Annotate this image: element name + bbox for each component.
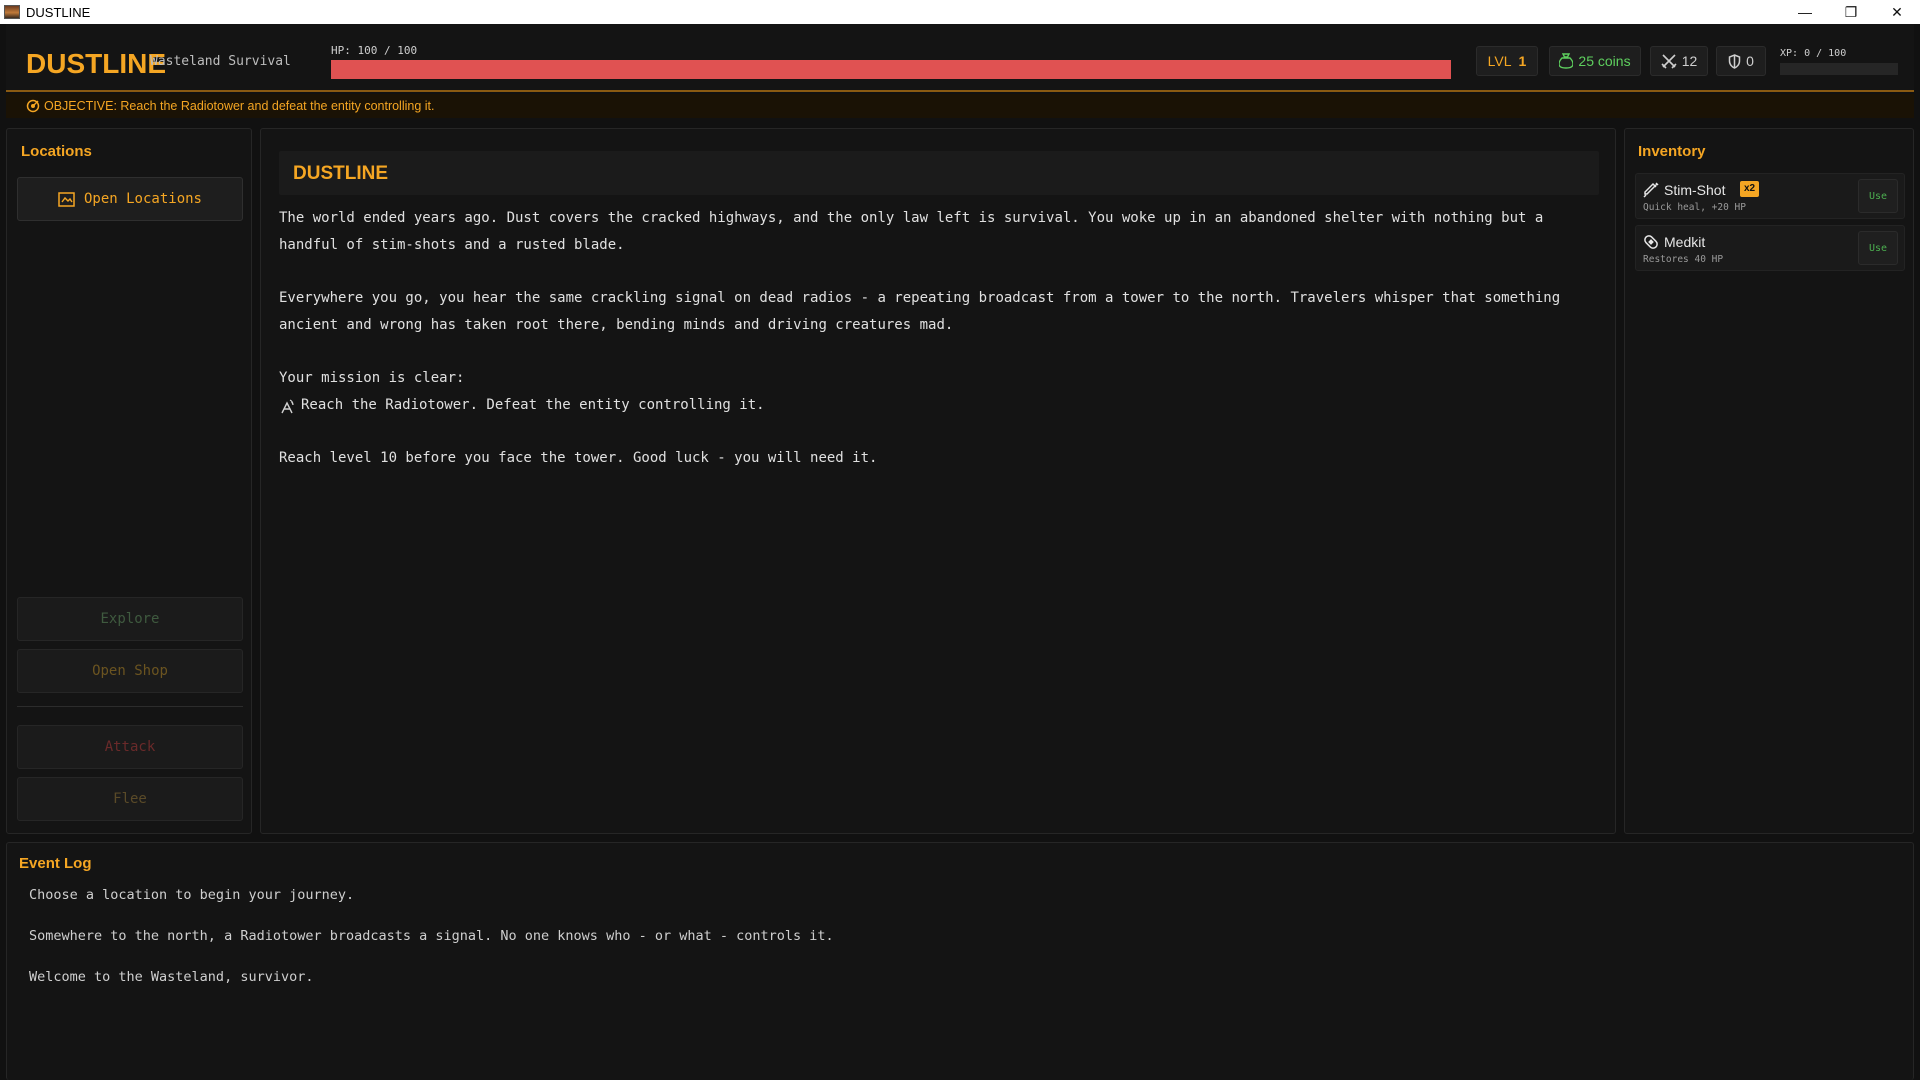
level-label: LVL bbox=[1487, 53, 1512, 69]
story-paragraph: Everywhere you go, you hear the same cra… bbox=[279, 290, 1561, 333]
attack-value: 12 bbox=[1681, 53, 1698, 69]
level-badge: LVL 1 bbox=[1476, 46, 1538, 76]
inventory-panel: Inventory Stim-Shot x2 Quick heal, +20 H… bbox=[1624, 128, 1914, 834]
use-stim-shot-button[interactable]: Use bbox=[1858, 179, 1898, 213]
log-entry: Choose a location to begin your journey. bbox=[29, 887, 355, 903]
map-icon bbox=[58, 191, 75, 207]
window-controls: — ❐ ✕ bbox=[1782, 0, 1920, 24]
story-panel: DUSTLINE The world ended years ago. Dust… bbox=[260, 128, 1616, 834]
use-medkit-button[interactable]: Use bbox=[1858, 231, 1898, 265]
event-log-title: Event Log bbox=[19, 855, 92, 872]
level-value: 1 bbox=[1518, 53, 1527, 69]
log-entry: Somewhere to the north, a Radiotower bro… bbox=[29, 928, 834, 944]
hp-label: HP: 100 / 100 bbox=[331, 44, 418, 57]
locations-title: Locations bbox=[21, 143, 92, 160]
story-paragraph: The world ended years ago. Dust covers t… bbox=[279, 210, 1544, 253]
defense-value: 0 bbox=[1746, 53, 1754, 69]
coin-bag-icon bbox=[1559, 53, 1574, 69]
story-header: DUSTLINE bbox=[279, 151, 1599, 195]
mission-line: Reach the Radiotower. Defeat the entity … bbox=[279, 392, 1599, 419]
item-name: Medkit bbox=[1664, 234, 1706, 250]
restore-button[interactable]: ❐ bbox=[1828, 0, 1874, 24]
event-log-panel: Event Log Choose a location to begin you… bbox=[6, 842, 1914, 1080]
open-shop-button[interactable]: Open Shop bbox=[17, 649, 243, 693]
objective-text: OBJECTIVE: Reach the Radiotower and defe… bbox=[44, 99, 435, 113]
brand-tagline: Wasteland Survival bbox=[150, 54, 291, 69]
hp-bar bbox=[331, 60, 1451, 79]
story-paragraph: Reach level 10 before you face the tower… bbox=[279, 450, 878, 466]
hp-bar-fill bbox=[331, 60, 1451, 79]
crossed-swords-icon bbox=[1661, 54, 1677, 69]
close-button[interactable]: ✕ bbox=[1874, 0, 1920, 24]
open-locations-label: Open Locations bbox=[83, 191, 202, 207]
inventory-item: Stim-Shot x2 Quick heal, +20 HP Use bbox=[1635, 173, 1905, 219]
objective-bar: OBJECTIVE: Reach the Radiotower and defe… bbox=[6, 94, 1914, 118]
coins-value: 25 coins bbox=[1578, 53, 1631, 69]
xp-bar bbox=[1780, 63, 1898, 75]
brand-title: DUSTLINE bbox=[26, 48, 166, 79]
bandage-icon bbox=[1644, 235, 1658, 249]
app-icon bbox=[4, 5, 20, 19]
story-title: DUSTLINE bbox=[293, 163, 388, 184]
explore-button[interactable]: Explore bbox=[17, 597, 243, 641]
xp-label: XP: 0 / 100 bbox=[1780, 48, 1847, 59]
coins-badge: 25 coins bbox=[1549, 46, 1641, 76]
attack-badge: 12 bbox=[1650, 46, 1708, 76]
story-text: The world ended years ago. Dust covers t… bbox=[279, 205, 1599, 498]
window-titlebar: DUSTLINE — ❐ ✕ bbox=[0, 0, 1920, 24]
flee-button[interactable]: Flee bbox=[17, 777, 243, 821]
mission-heading: Your mission is clear: bbox=[279, 370, 465, 386]
target-icon bbox=[26, 99, 40, 113]
event-log-lines: Choose a location to begin your journey.… bbox=[29, 885, 834, 1008]
shield-icon bbox=[1728, 53, 1741, 69]
syringe-icon bbox=[1643, 182, 1659, 198]
log-entry: Welcome to the Wasteland, survivor. bbox=[29, 969, 314, 985]
minimize-button[interactable]: — bbox=[1782, 0, 1828, 24]
game-header: DUSTLINE Wasteland Survival HP: 100 / 10… bbox=[6, 24, 1914, 92]
inventory-item: Medkit Restores 40 HP Use bbox=[1635, 225, 1905, 271]
window-title: DUSTLINE bbox=[26, 4, 91, 20]
inventory-title: Inventory bbox=[1638, 143, 1706, 160]
action-divider bbox=[17, 706, 243, 707]
item-quantity-badge: x2 bbox=[1740, 181, 1760, 197]
attack-button[interactable]: Attack bbox=[17, 725, 243, 769]
defense-badge: 0 bbox=[1716, 46, 1766, 76]
item-description: Quick heal, +20 HP bbox=[1643, 202, 1746, 213]
open-locations-button[interactable]: Open Locations bbox=[17, 177, 243, 221]
radio-tower-icon bbox=[281, 398, 294, 413]
item-description: Restores 40 HP bbox=[1643, 254, 1724, 265]
locations-panel: Locations Open Locations Explore Open Sh… bbox=[6, 128, 252, 834]
item-name: Stim-Shot bbox=[1664, 182, 1726, 198]
mission-text: Reach the Radiotower. Defeat the entity … bbox=[301, 397, 765, 413]
